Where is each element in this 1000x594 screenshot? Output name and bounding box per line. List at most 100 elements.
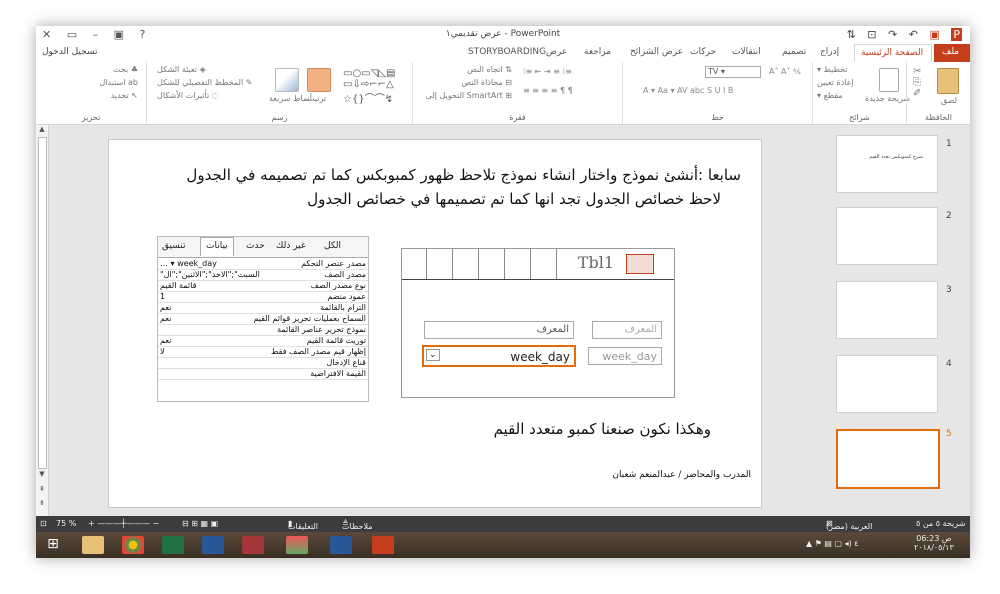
paste-label: لصق <box>941 96 958 105</box>
view-buttons[interactable]: ⊟ ⊞ ▦ ▣ <box>182 519 218 528</box>
replace-button[interactable]: استبدال ab <box>99 78 138 87</box>
tray-icons[interactable]: ▲ ⚑ ▤ ▢ ◂) ɛ <box>806 539 859 548</box>
tab-storyboarding[interactable]: STORYBOARDING <box>468 47 546 57</box>
ribbon-tabs: تسجيل الدخول STORYBOARDING عرض مراجعة عر… <box>36 44 970 63</box>
shape-outline-button[interactable]: المخطط التفصيلي للشكل ✎ <box>157 78 252 87</box>
next-slide-icon[interactable]: ⇟ <box>36 499 48 507</box>
thumbnail-number: 4 <box>946 359 952 369</box>
tab-file[interactable]: ملف <box>934 44 970 62</box>
slide-thumbnail-1[interactable]: شرح كمبوبكس تعدد القيم <box>836 135 938 193</box>
comments-button[interactable]: التعليقات ▮ <box>288 519 318 531</box>
scroll-down-icon[interactable]: ▼ <box>36 470 48 478</box>
tab-design[interactable]: تصميم <box>782 47 806 57</box>
grow-shrink-font[interactable]: A˄ A˅ ⅍ <box>769 67 801 76</box>
slides-group: ▾ تخطيط إعادة تعيين ▾ مقطع شريحة جديدة ش… <box>812 62 910 124</box>
binoculars-icon: ♣ <box>130 65 138 74</box>
shape-effects-button[interactable]: تأثيرات الأشكال ◌ <box>157 91 219 100</box>
fit-slide-icon[interactable]: ⊡ <box>40 519 47 528</box>
reset-button[interactable]: إعادة تعيين <box>817 78 854 87</box>
align-text-button[interactable]: محاذاة النص ⊟ <box>461 78 512 87</box>
save-icon[interactable]: ▣ <box>929 28 939 41</box>
arrange-icon[interactable] <box>307 68 331 92</box>
new-slide-icon[interactable] <box>879 68 899 92</box>
start-slideshow-icon[interactable]: ⊡ <box>867 28 876 41</box>
text-direction-button[interactable]: اتجاه النص ⇅ <box>467 65 512 74</box>
layout-button[interactable]: ▾ تخطيط <box>817 65 848 74</box>
touch-mode-icon[interactable]: ⇅ <box>847 28 856 41</box>
quick-styles-icon[interactable] <box>275 68 299 92</box>
window-title: عرض تقديمي١ - PowerPoint <box>445 29 561 39</box>
align-buttons[interactable]: ≡ ≡ ≡ ≡ ¶ ¶ <box>523 86 573 95</box>
tab-insert[interactable]: إدراج <box>820 47 839 57</box>
tab-data: بيانات <box>200 237 234 256</box>
prop-row: مصدر الصف "السبت";"الاحد";"الاثنين";"ال <box>158 270 368 281</box>
section-button[interactable]: ▾ مقطع <box>817 91 843 100</box>
excel-icon[interactable] <box>162 536 184 554</box>
slide-canvas[interactable]: سابعا :أنشئ نموذج واختار انشاء نموذج تلا… <box>108 139 762 508</box>
windows-taskbar: ⊞ ▲ ⚑ ▤ ▢ ◂) ɛ 06:23 ص ٢٠١٨/٠٥/١٣ <box>36 532 970 558</box>
list-buttons[interactable]: ⁝≡ ⇤ ⇥ ≡ ⁝≡ <box>523 67 572 76</box>
cursor-icon: ↖ <box>131 91 138 100</box>
smartart-button[interactable]: التحويل إلى SmartArt ⊞ <box>426 91 512 100</box>
scroll-up-icon[interactable]: ▲ <box>36 125 48 133</box>
slide-counter: شريحة ٥ من ٥ <box>916 519 966 528</box>
font-size-combo[interactable]: TV ▾ <box>705 66 761 78</box>
zoom-slider[interactable]: + ———┼——— − <box>88 519 159 528</box>
slide-text-line1[interactable]: سابعا :أنشئ نموذج واختار انشاء نموذج تلا… <box>186 166 741 184</box>
vertical-scrollbar[interactable]: ▲ ▼ ⇞ ⇟ <box>36 125 49 516</box>
replace-icon: ab <box>128 78 138 87</box>
app-icon[interactable] <box>330 536 352 554</box>
tab-animations[interactable]: حركات <box>690 47 716 57</box>
prop-row: قناع الإدخال <box>158 358 368 369</box>
word-icon[interactable] <box>202 536 224 554</box>
slide-text-line2[interactable]: لاحظ خصائص الجدول تجد انها كما تم تصميمه… <box>307 190 721 208</box>
find-button[interactable]: بحث ♣ <box>113 65 138 74</box>
tab-format: تنسيق <box>162 241 186 251</box>
grid-line <box>426 249 427 279</box>
tab-view[interactable]: عرض <box>546 47 567 57</box>
redo-icon[interactable]: ↷ <box>888 28 897 41</box>
undo-icon[interactable]: ↶ <box>909 28 918 41</box>
slide-text-line3[interactable]: وهكذا نكون صنعنا كمبو متعدد القيم <box>494 420 711 438</box>
file-explorer-icon[interactable] <box>82 536 104 554</box>
winrar-icon[interactable] <box>286 536 308 554</box>
slide-thumbnail-3[interactable] <box>836 281 938 339</box>
slide-thumbnail-5[interactable] <box>836 429 940 489</box>
sign-in-link[interactable]: تسجيل الدخول <box>42 47 97 57</box>
powerpoint-taskbar-icon[interactable] <box>372 536 394 554</box>
property-sheet-image[interactable]: تنسيق بيانات حدث غير ذلك الكل مصدر عنصر … <box>157 236 369 402</box>
powerpoint-window: ✕ ▭ – ▣ ? عرض تقديمي١ - PowerPoint ⇅ ⊡ ↷… <box>36 26 970 558</box>
prop-row: نموذج تحرير عناصر القائمة <box>158 325 368 336</box>
select-button[interactable]: تحديد ↖ <box>111 91 138 100</box>
tab-review[interactable]: مراجعة <box>584 47 611 57</box>
slide-thumbnail-2[interactable] <box>836 207 938 265</box>
form-design-image[interactable]: Tbl1 المعرف المعرف ⌄ week_day week_day <box>401 248 675 398</box>
status-bar: ⊡ 75 % + ———┼——— − ⊟ ⊞ ▦ ▣ التعليقات ▮ م… <box>36 516 970 532</box>
font-format-buttons[interactable]: A ▾ Aa ▾ AV abc S U I B <box>643 86 733 95</box>
clipboard-group-label: الحافظة <box>925 113 952 122</box>
zoom-level[interactable]: 75 % <box>56 519 76 528</box>
quick-access-toolbar[interactable]: ⇅ ⊡ ↷ ↶ ▣ P <box>839 28 962 41</box>
prev-slide-icon[interactable]: ⇞ <box>36 485 48 493</box>
shape-fill-button[interactable]: تعبئة الشكل ◈ <box>157 65 206 74</box>
tab-home[interactable]: الصفحة الرئيسية <box>854 44 932 62</box>
slide-footer[interactable]: المدرب والمحاضر / عبدالمنعم شعبان <box>612 470 751 480</box>
chrome-icon[interactable] <box>122 536 144 554</box>
tab-slideshow[interactable]: عرض الشرائح <box>630 47 683 57</box>
shapes-gallery[interactable]: ▭○▭◹◺▤ ▭⇩⇨⌐⌐△ ☆{}⌒⌒↯ <box>343 68 395 105</box>
start-icon[interactable]: ⊞ <box>42 536 64 554</box>
language-indicator[interactable]: العربية (مصر) ⊠ <box>826 519 872 531</box>
access-icon[interactable] <box>242 536 264 554</box>
thumbnail-number: 2 <box>946 211 952 221</box>
tab-transitions[interactable]: انتقالات <box>732 47 761 57</box>
prop-row: إظهار قيم مصدر الصف فقط لا <box>158 347 368 358</box>
week-day-combobox: ⌄ week_day <box>422 345 576 367</box>
scrollbar-thumb[interactable] <box>38 137 47 469</box>
clipboard-small-icons[interactable]: ✂ ⎘ ✐ <box>913 66 921 99</box>
thumbnail-number: 3 <box>946 285 952 295</box>
slide-thumbnail-4[interactable] <box>836 355 938 413</box>
new-slide-label: شريحة جديدة <box>865 94 911 103</box>
notes-button[interactable]: ملاحظات ≜ <box>342 519 373 531</box>
clock[interactable]: 06:23 ص ٢٠١٨/٠٥/١٣ <box>914 534 954 552</box>
paste-icon[interactable] <box>937 68 959 94</box>
